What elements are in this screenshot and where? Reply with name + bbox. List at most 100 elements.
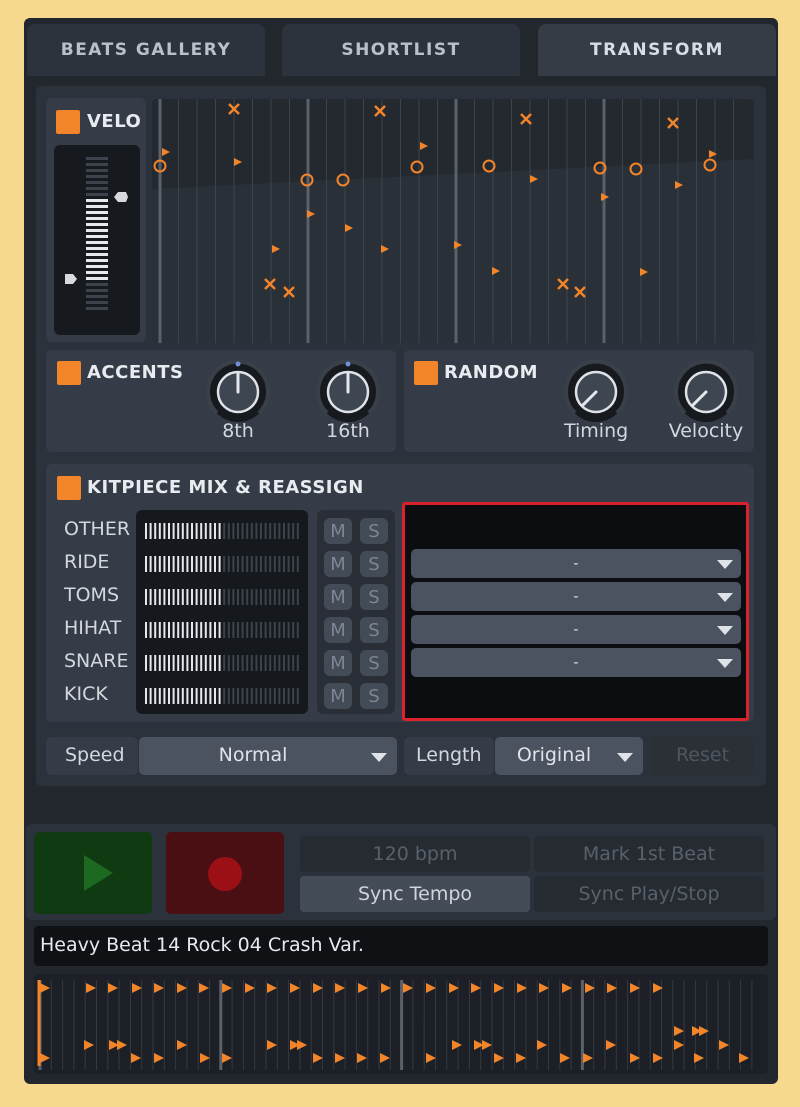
solo-button-hihat[interactable]: S [360, 617, 388, 643]
record-button[interactable] [166, 832, 284, 914]
reassign-dropdown-toms[interactable]: - [411, 582, 741, 611]
knob-indicator-dot [345, 361, 351, 367]
mix-meter-segment [255, 523, 258, 539]
velo-meter-segment [86, 163, 108, 166]
mix-meter-segment [218, 622, 221, 638]
beat-pattern-canvas [37, 980, 753, 1070]
mix-meter-segment [195, 523, 198, 539]
beat-pattern-overview[interactable] [34, 974, 768, 1074]
mix-meter-segment [269, 556, 272, 572]
knob-indicator-dot [235, 361, 241, 367]
play-button[interactable] [34, 832, 152, 914]
random-velocity-knob[interactable]: Velocity [669, 359, 743, 448]
velo-lower-handle[interactable] [65, 274, 77, 284]
mix-meter-segment [264, 589, 267, 605]
solo-button-kick[interactable]: S [360, 683, 388, 709]
mix-meter-segment [246, 523, 249, 539]
mix-meter-segment [287, 622, 290, 638]
mute-button-snare[interactable]: M [324, 650, 352, 676]
mix-meter-segment [163, 556, 166, 572]
velo-toggle[interactable] [56, 110, 80, 134]
mix-meter-segment [241, 688, 244, 704]
mix-meter-segment [241, 589, 244, 605]
tab-shortlist[interactable]: SHORTLIST [282, 24, 520, 76]
solo-button-snare[interactable]: S [360, 650, 388, 676]
kitpiece-toggle[interactable] [57, 476, 81, 500]
mix-meter-segment [232, 688, 235, 704]
length-select[interactable]: Original [495, 737, 643, 775]
solo-button-ride[interactable]: S [360, 551, 388, 577]
mute-button-other[interactable]: M [324, 518, 352, 544]
random-title: RANDOM [444, 362, 539, 383]
pattern-note-triangle [494, 983, 504, 993]
tab-beats-gallery[interactable]: BEATS GALLERY [27, 24, 265, 76]
pattern-note-triangle [583, 1053, 593, 1063]
mix-meter-segment [255, 556, 258, 572]
mix-meter-segment [195, 589, 198, 605]
mix-meter-segment [158, 556, 161, 572]
pattern-note-triangle [200, 1053, 210, 1063]
velocity-note-triangle [234, 158, 242, 166]
mix-meter-segment [237, 622, 239, 638]
reassign-dropdown-hihat[interactable]: - [411, 615, 741, 644]
solo-button-toms[interactable]: S [360, 584, 388, 610]
velocity-graph[interactable] [152, 99, 754, 343]
velo-meter-segment [86, 295, 108, 298]
mute-button-ride[interactable]: M [324, 551, 352, 577]
mix-meter-segment [204, 622, 207, 638]
reset-button[interactable]: Reset [651, 737, 754, 775]
mix-meter-segment [177, 655, 180, 671]
pattern-note-triangle [117, 1040, 127, 1050]
accent-8th-knob[interactable]: 8th [206, 359, 270, 448]
mix-meter-segment [255, 622, 258, 638]
mark-first-beat-button[interactable]: Mark 1st Beat [534, 836, 764, 872]
mix-meter-segment [145, 655, 147, 671]
pattern-note-triangle [154, 983, 164, 993]
velo-meter-segment [86, 235, 108, 238]
mix-meter-segment [227, 589, 230, 605]
accent-8th-label: 8th [222, 420, 254, 442]
mix-meter-segment [168, 556, 170, 572]
tab-transform[interactable]: TRANSFORM [538, 24, 776, 76]
mix-meter-segment [209, 688, 212, 704]
reassign-dropdown-snare[interactable]: - [411, 648, 741, 677]
kitpiece-level-sliders[interactable] [136, 510, 308, 714]
mix-meter-segment [296, 556, 299, 572]
pattern-note-triangle [357, 1053, 367, 1063]
mute-button-hihat[interactable]: M [324, 617, 352, 643]
mute-button-kick[interactable]: M [324, 683, 352, 709]
play-icon [84, 855, 113, 891]
mix-meter-segment [163, 589, 166, 605]
velo-upper-handle[interactable] [114, 192, 128, 202]
solo-button-other[interactable]: S [360, 518, 388, 544]
kitpiece-label-ride: RIDE [64, 551, 110, 573]
mix-meter-segment [273, 523, 276, 539]
velo-range-slider[interactable] [54, 145, 140, 335]
sync-play-stop-button[interactable]: Sync Play/Stop [534, 876, 764, 912]
mix-meter-segment [260, 688, 262, 704]
velo-meter-segment [86, 169, 108, 172]
mix-meter-segment [209, 589, 212, 605]
mute-button-toms[interactable]: M [324, 584, 352, 610]
accent-16th-knob[interactable]: 16th [316, 359, 380, 448]
accents-toggle[interactable] [57, 361, 81, 385]
mix-meter-segment [214, 523, 216, 539]
speed-select[interactable]: Normal [139, 737, 397, 775]
mix-meter-segment [172, 589, 175, 605]
sync-tempo-button[interactable]: Sync Tempo [300, 876, 530, 912]
pattern-note-triangle [154, 1053, 164, 1063]
chevron-down-icon [617, 753, 633, 762]
mix-meter-segment [195, 556, 198, 572]
mix-meter-segment [209, 556, 212, 572]
mix-meter-segment [287, 523, 290, 539]
pattern-note-triangle [719, 1040, 729, 1050]
velo-meter-segment [86, 211, 108, 214]
mix-meter-segment [278, 523, 281, 539]
random-toggle[interactable] [414, 361, 438, 385]
mix-meter-segment [204, 523, 207, 539]
mix-meter-segment [163, 622, 166, 638]
mix-meter-segment [227, 523, 230, 539]
mix-meter-segment [154, 622, 157, 638]
reassign-dropdown-ride[interactable]: - [411, 549, 741, 578]
random-timing-knob[interactable]: Timing [564, 359, 628, 448]
